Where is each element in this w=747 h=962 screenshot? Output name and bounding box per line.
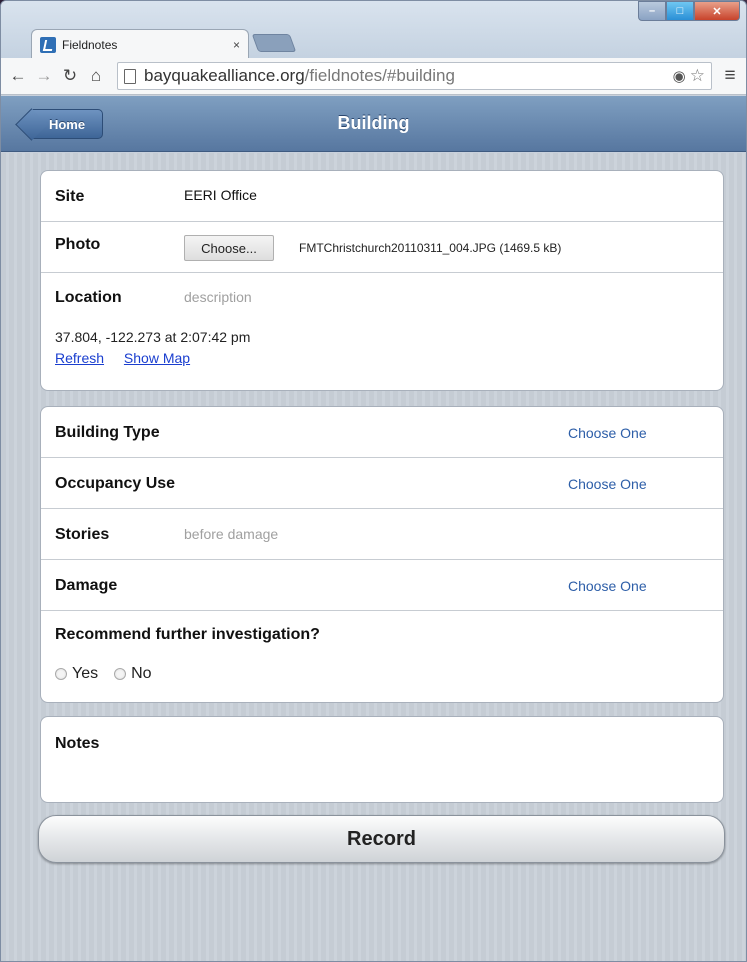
fieldnotes-favicon-icon	[40, 36, 56, 53]
location-row: Location description 37.804, -122.273 at…	[41, 273, 723, 390]
building-type-select[interactable]: Choose One	[568, 425, 647, 441]
site-value[interactable]: EERI Office	[184, 187, 257, 203]
location-icon[interactable]: ◉	[673, 67, 686, 85]
building-group: Building Type Choose One Occupancy Use C…	[40, 406, 724, 703]
building-type-row[interactable]: Building Type Choose One	[41, 407, 723, 458]
location-description-input[interactable]: description	[184, 289, 252, 305]
building-type-label: Building Type	[55, 424, 160, 441]
url-path: /fieldnotes/#building	[304, 66, 455, 85]
occupancy-select[interactable]: Choose One	[568, 476, 647, 492]
location-coordinates: 37.804, -122.273 at 2:07:42 pm	[55, 329, 251, 345]
app-header: Home Building	[1, 96, 746, 152]
stories-input[interactable]: before damage	[184, 526, 278, 542]
no-label: No	[131, 665, 152, 682]
occupancy-label: Occupancy Use	[55, 475, 176, 492]
browser-toolbar: ← → ↻ ⌂ bayquakealliance.org /fieldnotes…	[1, 58, 746, 95]
site-label: Site	[55, 188, 85, 205]
page-content: Site EERI Office Photo Choose... FMTChri…	[1, 153, 746, 961]
notes-group: Notes	[40, 716, 724, 803]
notes-label: Notes	[55, 735, 100, 752]
location-label: Location	[55, 289, 122, 306]
photo-row: Photo Choose... FMTChristchurch20110311_…	[41, 222, 723, 273]
browser-titlebar: – □ ✕ Fieldnotes ×	[1, 1, 746, 61]
site-row[interactable]: Site EERI Office	[41, 171, 723, 222]
tab-title: Fieldnotes	[62, 37, 118, 52]
reload-icon[interactable]: ↻	[59, 66, 81, 86]
recommend-radio-group: Yes No	[55, 665, 168, 683]
yes-radio[interactable]	[55, 668, 67, 680]
home-icon[interactable]: ⌂	[85, 66, 107, 86]
damage-row[interactable]: Damage Choose One	[41, 560, 723, 611]
recommend-yes-option[interactable]: Yes	[55, 665, 98, 683]
window-controls: – □ ✕	[638, 1, 740, 23]
forward-arrow-icon[interactable]: →	[33, 66, 55, 86]
minimize-button[interactable]: –	[638, 1, 666, 21]
occupancy-row[interactable]: Occupancy Use Choose One	[41, 458, 723, 509]
browser-window: – □ ✕ Fieldnotes × ← → ↻ ⌂ bayquakeallia…	[0, 0, 747, 962]
recommend-no-option[interactable]: No	[114, 665, 152, 683]
maximize-button[interactable]: □	[666, 1, 694, 21]
photo-label: Photo	[55, 236, 101, 253]
stories-label: Stories	[55, 526, 110, 543]
close-window-button[interactable]: ✕	[694, 1, 740, 21]
no-radio[interactable]	[114, 668, 127, 680]
refresh-link[interactable]: Refresh	[55, 350, 104, 366]
url-host: bayquakealliance.org	[144, 66, 305, 85]
damage-label: Damage	[55, 577, 118, 594]
photo-file-name: FMTChristchurch20110311_004.JPG (1469.5 …	[299, 241, 562, 255]
tab-close-icon[interactable]: ×	[233, 38, 240, 52]
address-bar[interactable]: bayquakealliance.org /fieldnotes/#buildi…	[117, 62, 712, 90]
site-group: Site EERI Office Photo Choose... FMTChri…	[40, 170, 724, 391]
recommend-label: Recommend further investigation?	[55, 626, 320, 643]
browser-tab[interactable]: Fieldnotes ×	[31, 29, 249, 59]
new-tab-button[interactable]	[251, 34, 297, 52]
menu-icon[interactable]: ≡	[720, 65, 740, 87]
choose-file-button[interactable]: Choose...	[184, 235, 274, 261]
record-button[interactable]: Record	[38, 815, 725, 863]
notes-row[interactable]: Notes	[41, 717, 723, 802]
page-icon	[124, 68, 136, 84]
recommend-row: Recommend further investigation? Yes No	[41, 611, 723, 702]
location-links: Refresh Show Map	[55, 350, 206, 366]
back-arrow-icon[interactable]: ←	[7, 66, 29, 86]
damage-select[interactable]: Choose One	[568, 578, 647, 594]
stories-row: Stories before damage	[41, 509, 723, 560]
bookmark-star-icon[interactable]: ☆	[690, 66, 705, 86]
yes-label: Yes	[72, 665, 99, 682]
show-map-link[interactable]: Show Map	[124, 350, 190, 366]
page-title: Building	[337, 113, 410, 133]
